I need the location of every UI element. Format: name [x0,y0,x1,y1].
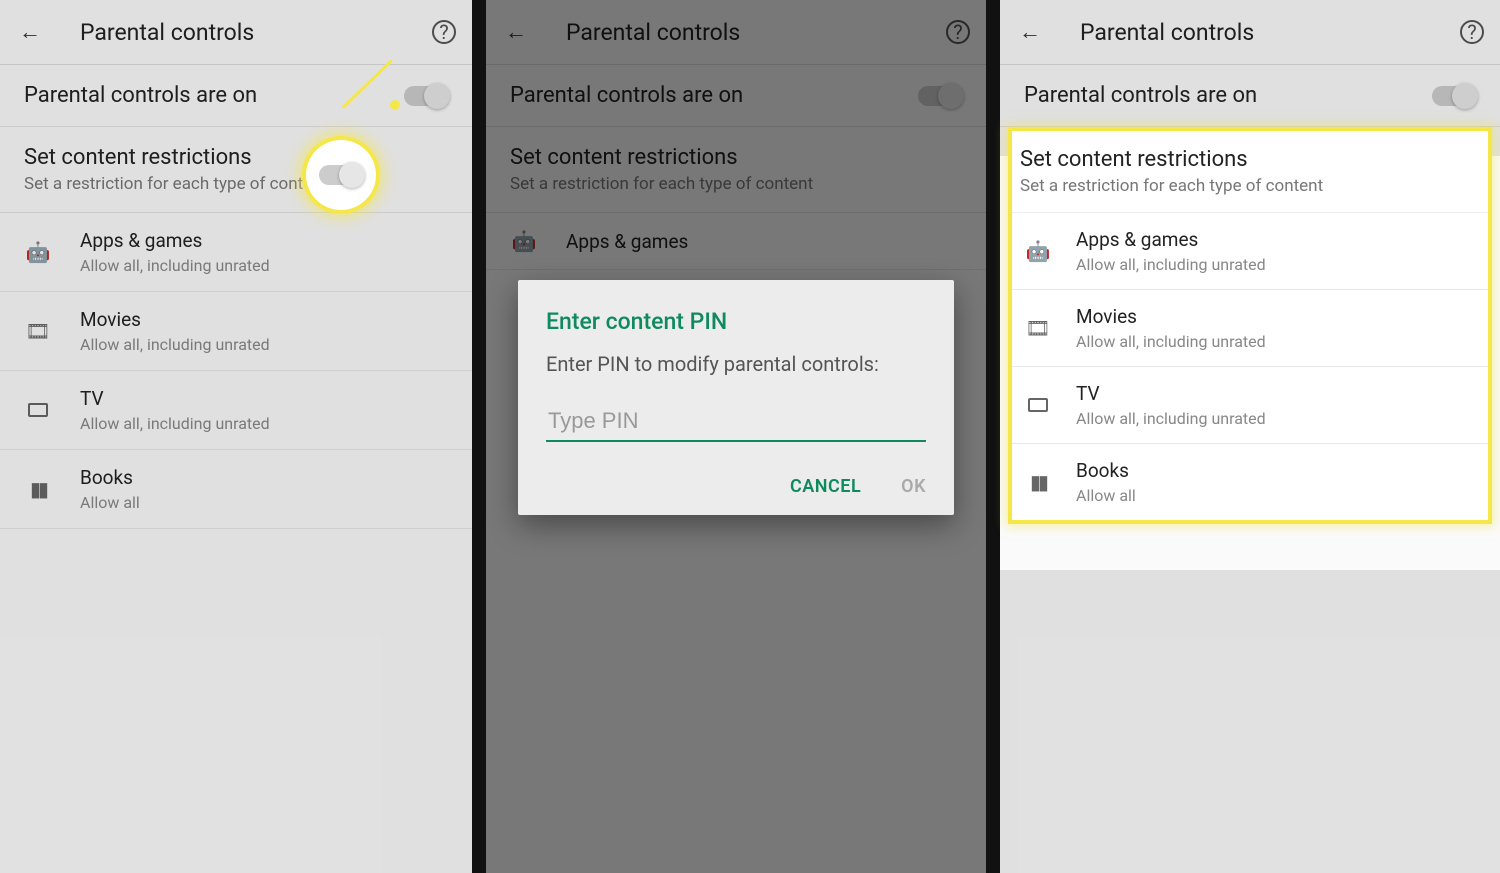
item-sub: Allow all [80,493,140,512]
page-title: Parental controls [1080,19,1460,46]
item-sub: Allow all, including unrated [1076,255,1266,274]
help-icon[interactable]: ? [946,20,970,44]
item-label: TV [1076,382,1266,405]
item-movies[interactable]: Movies Allow all, including unrated [0,292,472,371]
item-tv[interactable]: TV Allow all, including unrated [0,371,472,450]
restrictions-header: Set content restrictions Set a restricti… [0,127,472,213]
item-label: Movies [80,308,270,331]
parental-status-label: Parental controls are on [510,83,743,108]
android-icon [24,240,52,264]
item-label: Apps & games [80,229,270,252]
android-icon [1024,239,1052,263]
help-icon[interactable]: ? [1460,20,1484,44]
appbar: ← Parental controls ? [0,0,472,65]
item-label: Apps & games [1076,228,1266,251]
book-icon [1024,470,1052,494]
restrictions-subtitle: Set a restriction for each type of conte… [24,174,448,194]
back-icon[interactable]: ← [16,19,44,45]
parental-status-row[interactable]: Parental controls are on [1000,65,1500,127]
callout-dot [390,100,400,110]
parental-toggle[interactable] [918,86,962,106]
item-apps-games[interactable]: Apps & games Allow all, including unrate… [1012,213,1488,290]
parental-toggle[interactable] [404,86,448,106]
appbar: ← Parental controls ? [1000,0,1500,65]
parental-status-label: Parental controls are on [24,83,257,108]
dialog-message: Enter PIN to modify parental controls: [546,351,926,378]
divider [986,0,1000,873]
dialog-title: Enter content PIN [546,308,926,335]
tv-icon [1024,393,1052,417]
restrictions-title: Set content restrictions [24,145,448,170]
item-label: Books [80,466,140,489]
item-sub: Allow all, including unrated [1076,409,1266,428]
movie-icon [24,319,52,343]
item-label: TV [80,387,270,410]
restrictions-title: Set content restrictions [1020,147,1480,172]
item-books[interactable]: Books Allow all [1012,444,1488,520]
page-title: Parental controls [80,19,432,46]
help-icon[interactable]: ? [432,20,456,44]
parental-toggle-highlighted[interactable] [319,165,363,185]
item-apps-games[interactable]: Apps & games [486,213,986,270]
restrictions-header: Set content restrictions Set a restricti… [1012,131,1488,213]
back-icon[interactable]: ← [1016,19,1044,45]
item-books[interactable]: Books Allow all [0,450,472,529]
item-label: Apps & games [566,230,688,253]
dim-overlay [1000,570,1500,873]
divider [472,0,486,873]
android-icon [510,229,538,253]
item-label: Movies [1076,305,1266,328]
back-icon[interactable]: ← [502,19,530,45]
screenshot-2: ← Parental controls ? Parental controls … [486,0,986,873]
item-sub: Allow all, including unrated [80,414,270,433]
restrictions-header: Set content restrictions Set a restricti… [486,127,986,213]
item-movies[interactable]: Movies Allow all, including unrated [1012,290,1488,367]
pin-input[interactable] [546,402,926,442]
parental-status-row[interactable]: Parental controls are on [486,65,986,127]
item-sub: Allow all [1076,486,1136,505]
item-apps-games[interactable]: Apps & games Allow all, including unrate… [0,213,472,292]
item-label: Books [1076,459,1136,482]
callout-highlight-toggle [306,140,376,210]
parental-toggle[interactable] [1432,86,1476,106]
restrictions-highlight-box: Set content restrictions Set a restricti… [1008,127,1492,524]
item-tv[interactable]: TV Allow all, including unrated [1012,367,1488,444]
restrictions-list: Apps & games Allow all, including unrate… [0,213,472,529]
movie-icon [1024,316,1052,340]
cancel-button[interactable]: CANCEL [790,476,861,497]
restrictions-list: Apps & games [486,213,986,270]
ok-button[interactable]: OK [901,476,926,497]
book-icon [24,477,52,501]
item-sub: Allow all, including unrated [80,256,270,275]
screenshot-1: ← Parental controls ? Parental controls … [0,0,472,873]
page-title: Parental controls [566,19,946,46]
pin-dialog: Enter content PIN Enter PIN to modify pa… [518,280,954,515]
item-sub: Allow all, including unrated [80,335,270,354]
parental-status-row[interactable]: Parental controls are on [0,65,472,127]
item-sub: Allow all, including unrated [1076,332,1266,351]
restrictions-subtitle: Set a restriction for each type of conte… [510,174,962,194]
screenshot-3: ← Parental controls ? Parental controls … [1000,0,1500,873]
tv-icon [24,398,52,422]
parental-status-label: Parental controls are on [1024,83,1257,108]
appbar: ← Parental controls ? [486,0,986,65]
restrictions-title: Set content restrictions [510,145,962,170]
restrictions-subtitle: Set a restriction for each type of conte… [1020,176,1480,196]
